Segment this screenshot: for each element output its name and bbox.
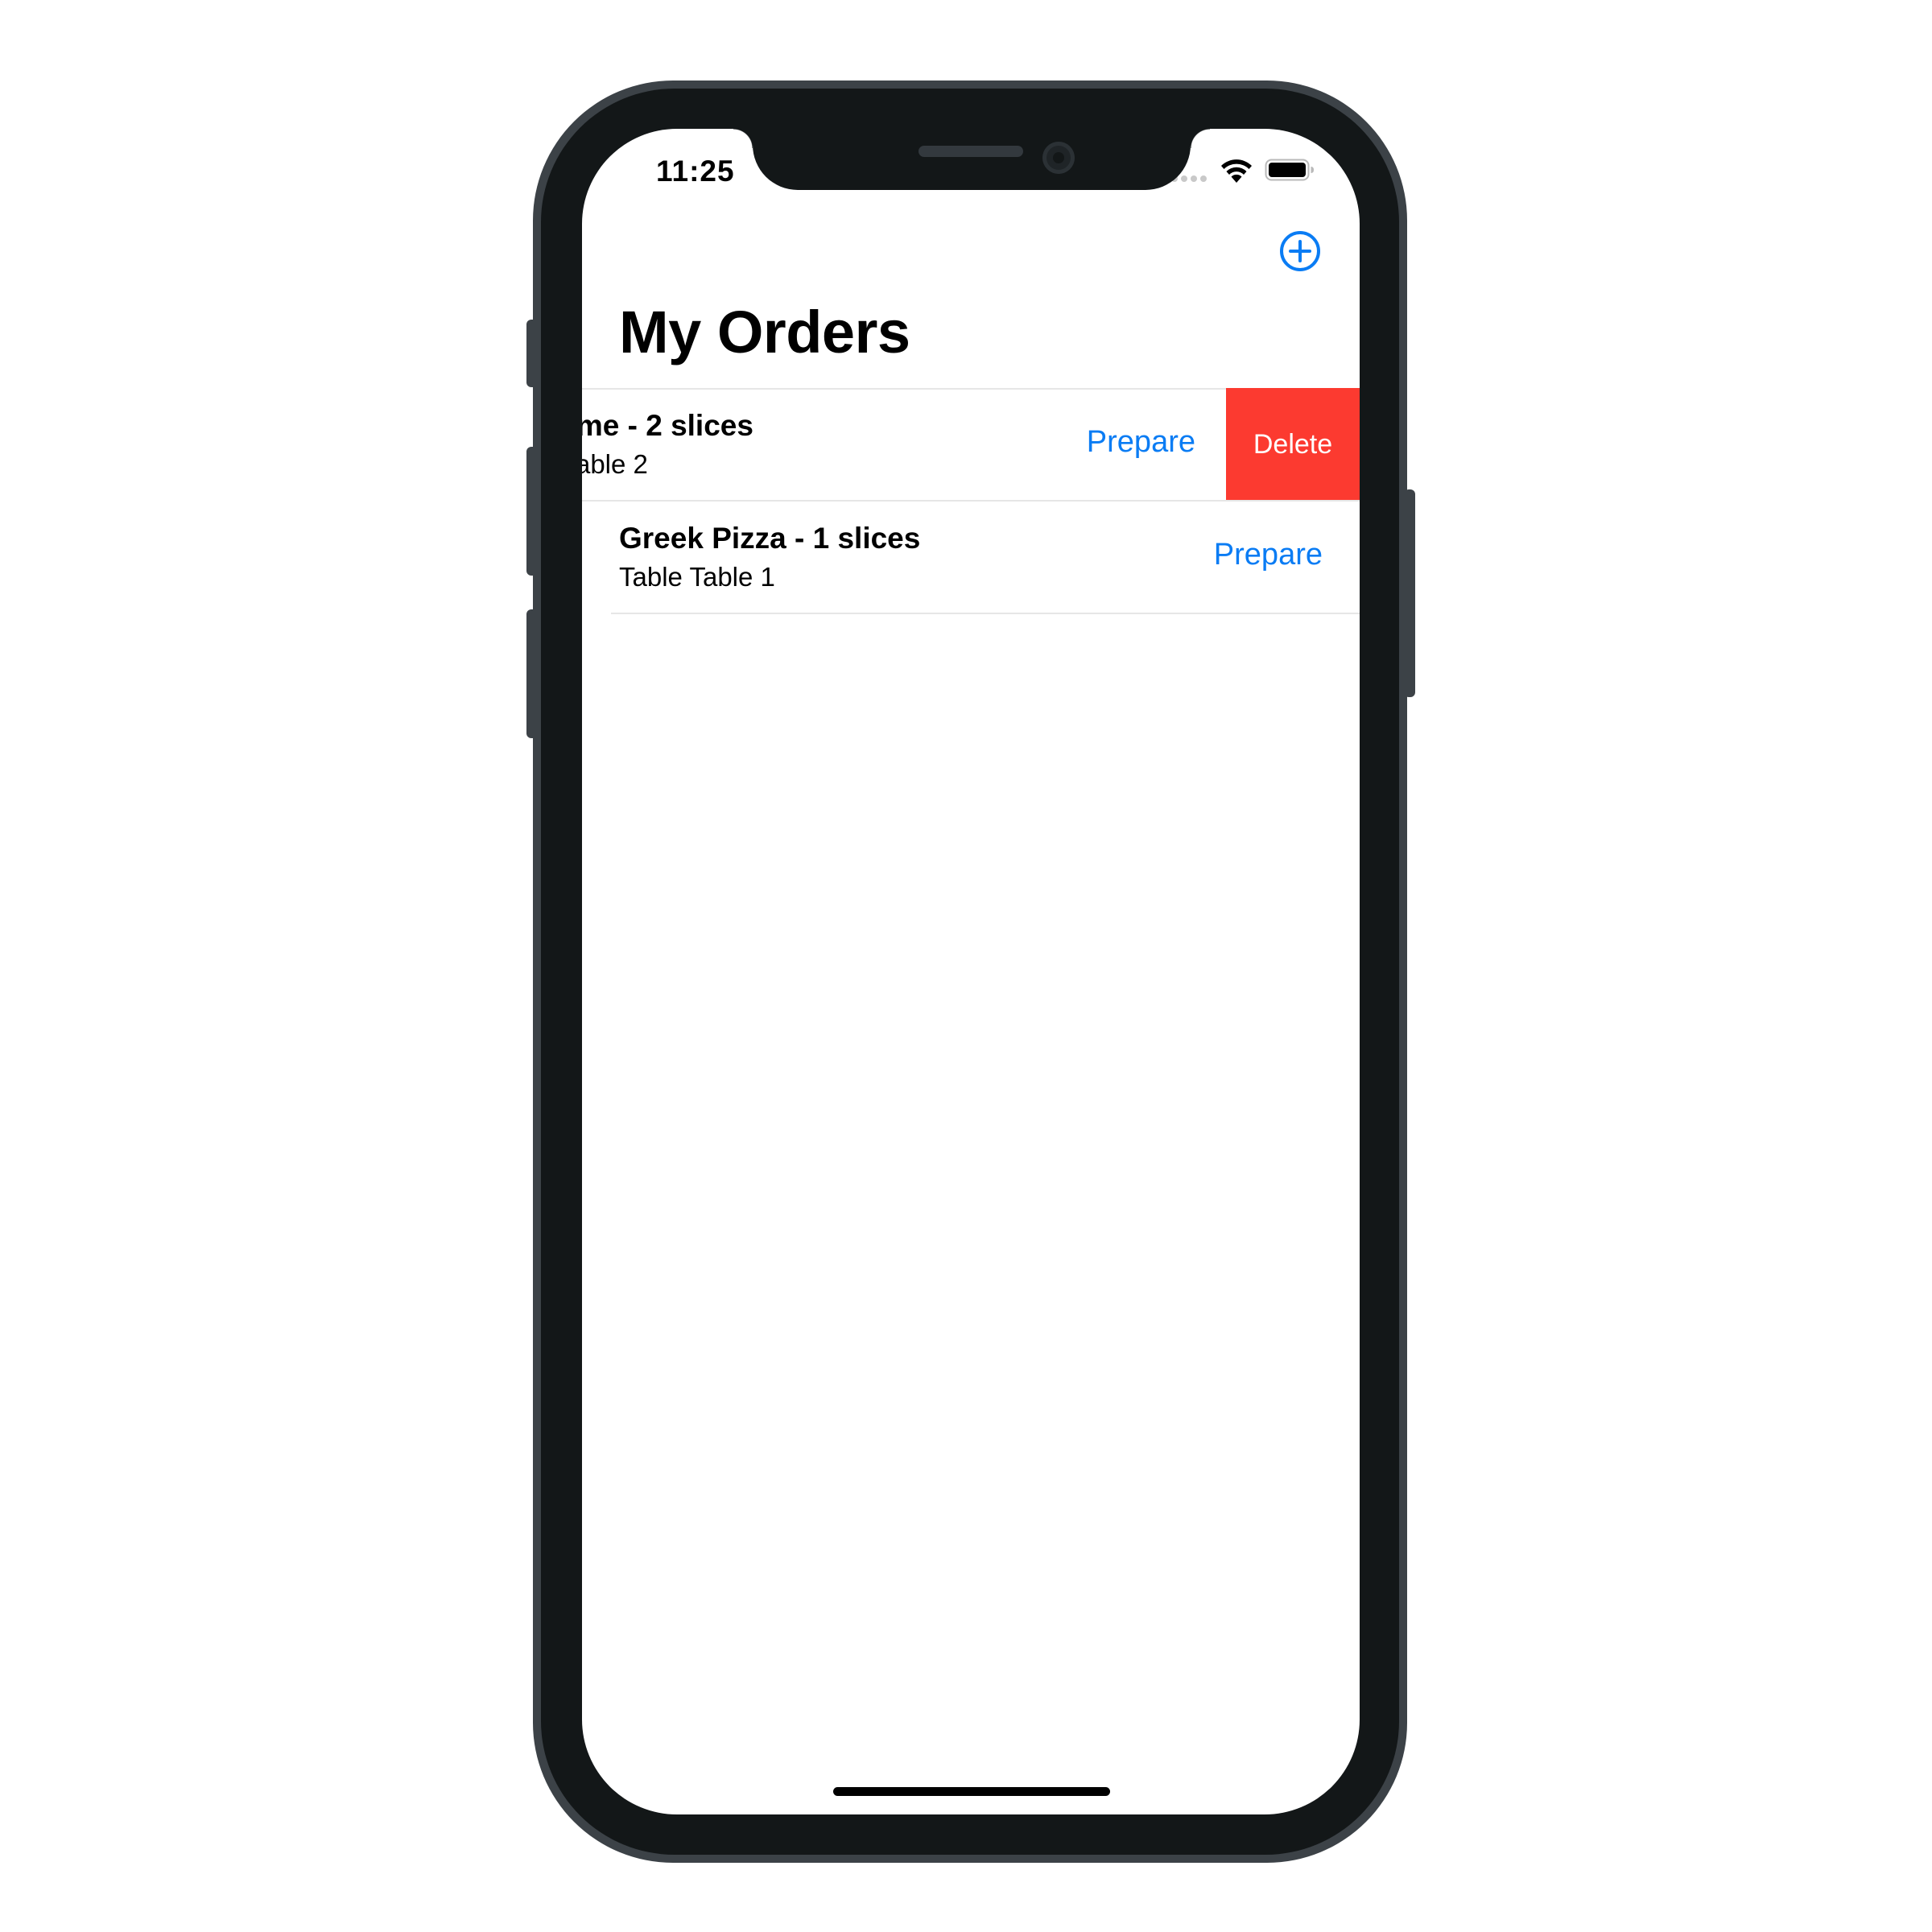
plus-circle-icon xyxy=(1280,231,1320,271)
order-table: Table Table 2 xyxy=(582,449,648,479)
page-title: My Orders xyxy=(619,299,910,365)
battery-icon xyxy=(1265,159,1314,181)
order-row[interactable]: Greek Pizza - 1 slices Table Table 1 Pre… xyxy=(582,501,1360,614)
order-row-content[interactable]: Greek Pizza - 1 slices Table Table 1 Pre… xyxy=(582,501,1360,613)
add-order-button[interactable] xyxy=(1278,229,1322,273)
delete-button[interactable]: Delete xyxy=(1226,388,1360,501)
prepare-button[interactable]: Prepare xyxy=(1087,425,1195,460)
order-title: Greek Pizza - 1 slices xyxy=(619,522,921,555)
order-row-content[interactable]: Supreme - 2 slices Table Table 2 Prepare xyxy=(582,388,1232,501)
orders-list: Supreme - 2 slices Table Table 2 Prepare… xyxy=(582,388,1360,614)
wifi-icon xyxy=(1221,159,1252,183)
order-title: Supreme - 2 slices xyxy=(582,409,753,442)
phone-screen: 11:25 My Orders me - 2 slices able 2 Pre… xyxy=(582,129,1360,1814)
order-table: Table Table 1 xyxy=(619,562,775,592)
notch xyxy=(733,129,1210,190)
speaker-grille xyxy=(919,146,1023,157)
order-row[interactable]: Supreme - 2 slices Table Table 2 Prepare… xyxy=(582,388,1360,502)
home-indicator[interactable] xyxy=(833,1787,1110,1796)
row-separator xyxy=(611,613,1360,614)
front-camera xyxy=(1042,142,1075,174)
status-time: 11:25 xyxy=(656,155,735,188)
prepare-button[interactable]: Prepare xyxy=(1214,538,1323,572)
stage: 11:25 My Orders me - 2 slices able 2 Pre… xyxy=(0,0,1932,1932)
